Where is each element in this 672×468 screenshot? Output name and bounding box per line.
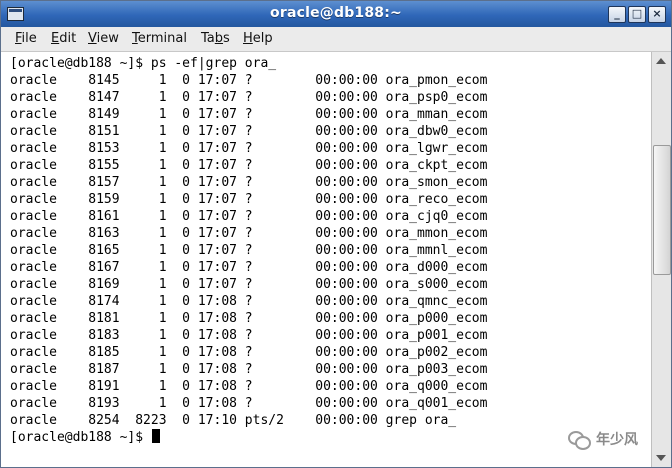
minimize-button[interactable]: _ (608, 6, 626, 23)
maximize-button[interactable]: □ (628, 6, 646, 23)
watermark: 年少风 (568, 426, 638, 452)
watermark-text: 年少风 (596, 432, 638, 448)
title-bar[interactable]: oracle@db188:~ _ □ × (1, 1, 671, 27)
terminal-line: oracle 8157 1 0 17:07 ? 00:00:00 ora_smo… (10, 175, 488, 190)
terminal-line: oracle 8169 1 0 17:07 ? 00:00:00 ora_s00… (10, 277, 488, 292)
terminal-line: oracle 8193 1 0 17:08 ? 00:00:00 ora_q00… (10, 396, 488, 411)
menu-tabs-pre: Ta (201, 31, 215, 46)
menu-edit[interactable]: Edit (51, 31, 76, 46)
menu-file[interactable]: File (15, 31, 37, 46)
terminal-line: oracle 8161 1 0 17:07 ? 00:00:00 ora_cjq… (10, 209, 488, 224)
terminal-line: oracle 8183 1 0 17:08 ? 00:00:00 ora_p00… (10, 328, 488, 343)
menu-tabs-rest: s (223, 31, 230, 46)
menu-tabs-mnemonic: b (214, 31, 224, 46)
terminal-line: oracle 8174 1 0 17:08 ? 00:00:00 ora_qmn… (10, 294, 488, 309)
terminal-line: oracle 8187 1 0 17:08 ? 00:00:00 ora_p00… (10, 362, 488, 377)
terminal-line: oracle 8147 1 0 17:07 ? 00:00:00 ora_psp… (10, 90, 488, 105)
close-button[interactable]: × (648, 6, 666, 23)
menu-edit-mnemonic: E (51, 31, 60, 46)
terminal-line: oracle 8151 1 0 17:07 ? 00:00:00 ora_dbw… (10, 124, 488, 139)
menu-terminal[interactable]: Terminal (132, 31, 187, 46)
menu-tabs[interactable]: Tabs (201, 31, 230, 46)
menu-terminal-rest: erminal (137, 31, 187, 46)
terminal-line: oracle 8145 1 0 17:07 ? 00:00:00 ora_pmo… (10, 73, 488, 88)
terminal-line: [oracle@db188 ~]$ (10, 429, 160, 446)
scroll-up-arrow-icon[interactable] (656, 58, 666, 64)
window-title: oracle@db188:~ (270, 5, 402, 21)
text-cursor (151, 429, 160, 443)
terminal-line: oracle 8185 1 0 17:08 ? 00:00:00 ora_p00… (10, 345, 488, 360)
terminal-line: [oracle@db188 ~]$ ps -ef|grep ora_ (10, 56, 277, 71)
menu-view[interactable]: View (88, 31, 119, 46)
terminal-line: oracle 8153 1 0 17:07 ? 00:00:00 ora_lgw… (10, 141, 488, 156)
terminal-line: oracle 8165 1 0 17:07 ? 00:00:00 ora_mmn… (10, 243, 488, 258)
menu-view-mnemonic: V (88, 31, 97, 46)
terminal-line: oracle 8159 1 0 17:07 ? 00:00:00 ora_rec… (10, 192, 488, 207)
terminal-line: oracle 8191 1 0 17:08 ? 00:00:00 ora_q00… (10, 379, 488, 394)
vertical-scrollbar[interactable] (651, 52, 671, 467)
terminal-output[interactable]: [oracle@db188 ~]$ ps -ef|grep ora_oracle… (1, 52, 651, 467)
menu-file-rest: ile (21, 31, 37, 46)
wechat-icon (568, 430, 591, 450)
terminal-line: oracle 8167 1 0 17:07 ? 00:00:00 ora_d00… (10, 260, 488, 275)
terminal-line: oracle 8254 8223 0 17:10 pts/2 00:00:00 … (10, 413, 457, 428)
menu-view-rest: iew (96, 31, 119, 46)
menu-help-rest: elp (252, 31, 273, 46)
menu-bar: File Edit View Terminal Tabs Help (1, 27, 671, 52)
terminal-window: oracle@db188:~ _ □ × File Edit View Term… (0, 0, 672, 468)
terminal-line: oracle 8149 1 0 17:07 ? 00:00:00 ora_mma… (10, 107, 488, 122)
menu-edit-rest: dit (59, 31, 77, 46)
terminal-line: oracle 8181 1 0 17:08 ? 00:00:00 ora_p00… (10, 311, 488, 326)
scrollbar-thumb[interactable] (653, 145, 671, 275)
terminal-line: oracle 8163 1 0 17:07 ? 00:00:00 ora_mmo… (10, 226, 488, 241)
terminal-line: oracle 8155 1 0 17:07 ? 00:00:00 ora_ckp… (10, 158, 488, 173)
menu-help[interactable]: Help (243, 31, 273, 46)
scroll-down-arrow-icon[interactable] (656, 455, 666, 461)
menu-help-mnemonic: H (243, 31, 253, 46)
